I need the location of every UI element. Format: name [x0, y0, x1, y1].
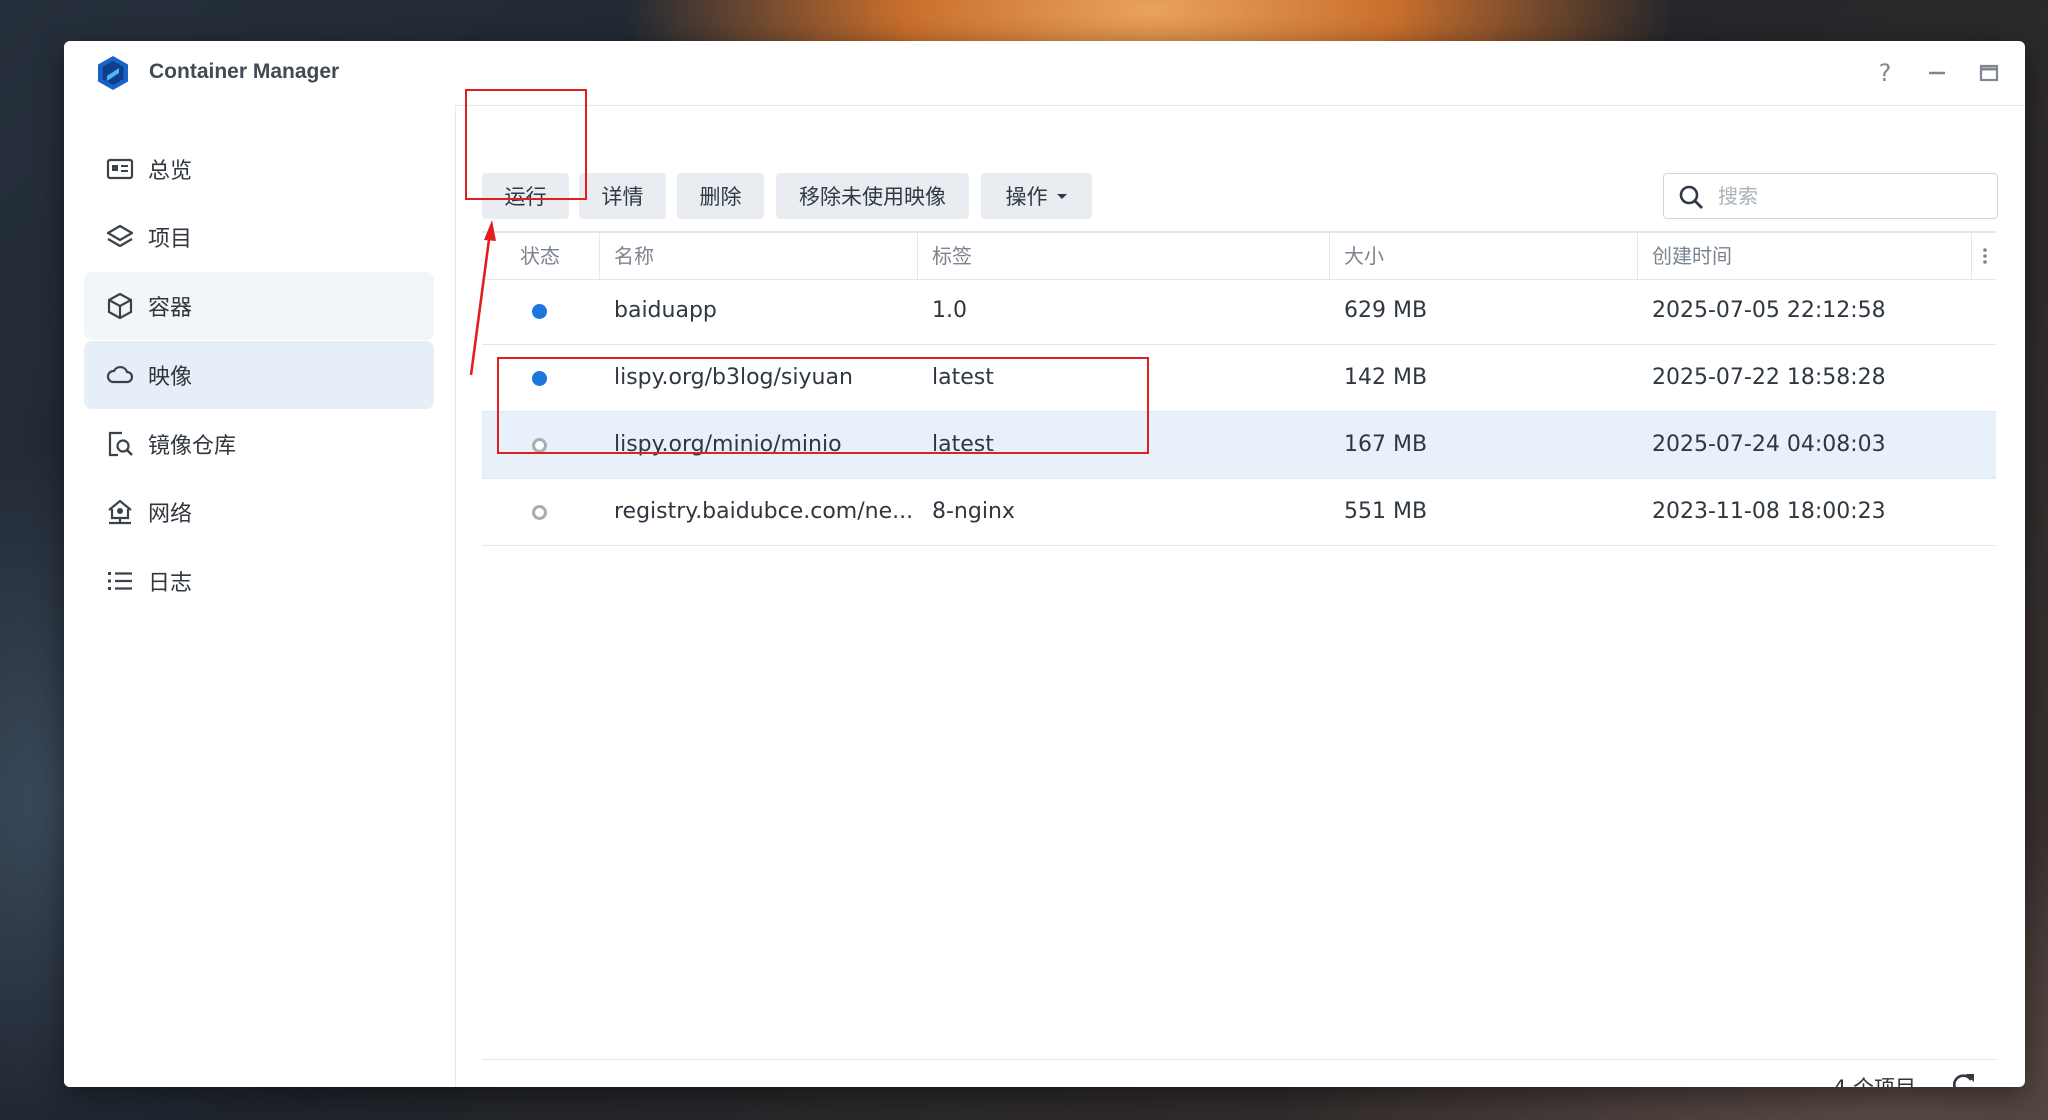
sidebar-item-label: 总览 — [148, 159, 193, 184]
item-count: 4 个项目 — [1833, 1072, 1916, 1087]
image-name: lispy.org/b3log/siyuan — [614, 365, 853, 390]
maximize-icon[interactable] — [1971, 55, 2007, 91]
container-manager-window: Container Manager ? 总览 项目 容器 映像 镜像仓库 网络 … — [64, 41, 2025, 1087]
search-icon — [1679, 185, 1703, 209]
minimize-icon[interactable] — [1919, 55, 1955, 91]
sidebar-item-registry[interactable]: 镜像仓库 — [84, 410, 434, 478]
column-header-name[interactable]: 名称 — [599, 233, 917, 279]
cube-icon — [107, 292, 133, 320]
main-panel: 运行 详情 删除 移除未使用映像 操作 状态 名称 标签 大小 创建时间 — [456, 105, 2025, 1087]
image-created: 2025-07-05 22:12:58 — [1652, 298, 1886, 323]
remove-unused-images-button[interactable]: 移除未使用映像 — [776, 173, 969, 219]
delete-button[interactable]: 删除 — [677, 173, 764, 219]
sidebar-item-label: 容器 — [148, 296, 193, 321]
search-input[interactable] — [1716, 180, 1990, 212]
table-row[interactable]: lispy.org/b3log/siyuan latest 142 MB 202… — [482, 345, 1996, 412]
registry-search-icon — [108, 431, 133, 457]
image-size: 142 MB — [1344, 365, 1428, 390]
image-size: 551 MB — [1344, 499, 1428, 524]
annotation-arrow-icon — [469, 220, 496, 376]
status-running-icon — [532, 304, 547, 319]
column-header-status[interactable]: 状态 — [506, 233, 612, 279]
sidebar-item-label: 映像 — [148, 365, 193, 390]
column-options-icon[interactable] — [1971, 233, 1996, 279]
sidebar-item-images[interactable]: 映像 — [84, 341, 434, 409]
table-row-selected[interactable]: lispy.org/minio/minio latest 167 MB 2025… — [482, 412, 1996, 479]
cloud-icon — [106, 365, 134, 384]
image-tag: 8-nginx — [932, 499, 1015, 524]
sidebar-item-network[interactable]: 网络 — [84, 478, 434, 546]
sidebar-item-overview[interactable]: 总览 — [84, 135, 434, 203]
image-tag: latest — [932, 365, 994, 390]
sidebar-item-logs[interactable]: 日志 — [84, 547, 434, 615]
details-button[interactable]: 详情 — [579, 173, 666, 219]
sidebar-item-label: 镜像仓库 — [148, 434, 237, 459]
image-name: baiduapp — [614, 298, 717, 323]
layers-icon — [106, 224, 134, 248]
status-running-icon — [532, 371, 547, 386]
container-manager-logo-icon — [98, 56, 128, 90]
sidebar: 总览 项目 容器 映像 镜像仓库 网络 日志 — [64, 105, 456, 1087]
table-row[interactable]: baiduapp 1.0 629 MB 2025-07-05 22:12:58 — [482, 278, 1996, 345]
sidebar-item-label: 日志 — [148, 571, 193, 596]
image-size: 167 MB — [1344, 432, 1428, 457]
sidebar-item-containers[interactable]: 容器 — [84, 272, 434, 340]
image-tag: latest — [932, 432, 994, 457]
table-header: 状态 名称 标签 大小 创建时间 — [482, 231, 1996, 280]
image-created: 2025-07-24 04:08:03 — [1652, 432, 1886, 457]
refresh-icon[interactable] — [1948, 1070, 1978, 1087]
actions-dropdown-button[interactable]: 操作 — [981, 173, 1092, 219]
sidebar-item-label: 网络 — [148, 502, 193, 527]
image-created: 2025-07-22 18:58:28 — [1652, 365, 1886, 390]
search-box[interactable] — [1663, 173, 1998, 219]
close-icon[interactable] — [2024, 55, 2025, 91]
column-header-size[interactable]: 大小 — [1329, 233, 1637, 279]
column-header-created[interactable]: 创建时间 — [1637, 233, 1971, 279]
image-size: 629 MB — [1344, 298, 1428, 323]
status-stopped-icon — [532, 505, 547, 520]
sidebar-item-label: 项目 — [148, 227, 193, 252]
help-icon[interactable]: ? — [1867, 55, 1903, 91]
overview-icon — [106, 158, 134, 180]
actions-label: 操作 — [1005, 185, 1048, 209]
table-footer: 4 个项目 — [482, 1059, 1996, 1087]
title-bar: Container Manager ? — [64, 41, 2025, 106]
table-row[interactable]: registry.baidubce.com/ne... 8-nginx 551 … — [482, 479, 1996, 546]
image-tag: 1.0 — [932, 298, 967, 323]
image-name: registry.baidubce.com/ne... — [614, 499, 914, 524]
column-header-tag[interactable]: 标签 — [917, 233, 1329, 279]
network-house-icon — [108, 499, 132, 525]
caret-down-icon — [1056, 194, 1067, 199]
image-name: lispy.org/minio/minio — [614, 432, 842, 457]
status-stopped-icon — [532, 438, 547, 453]
image-created: 2023-11-08 18:00:23 — [1652, 499, 1886, 524]
list-icon — [108, 572, 132, 590]
app-title: Container Manager — [149, 60, 340, 83]
sidebar-item-projects[interactable]: 项目 — [84, 203, 434, 271]
